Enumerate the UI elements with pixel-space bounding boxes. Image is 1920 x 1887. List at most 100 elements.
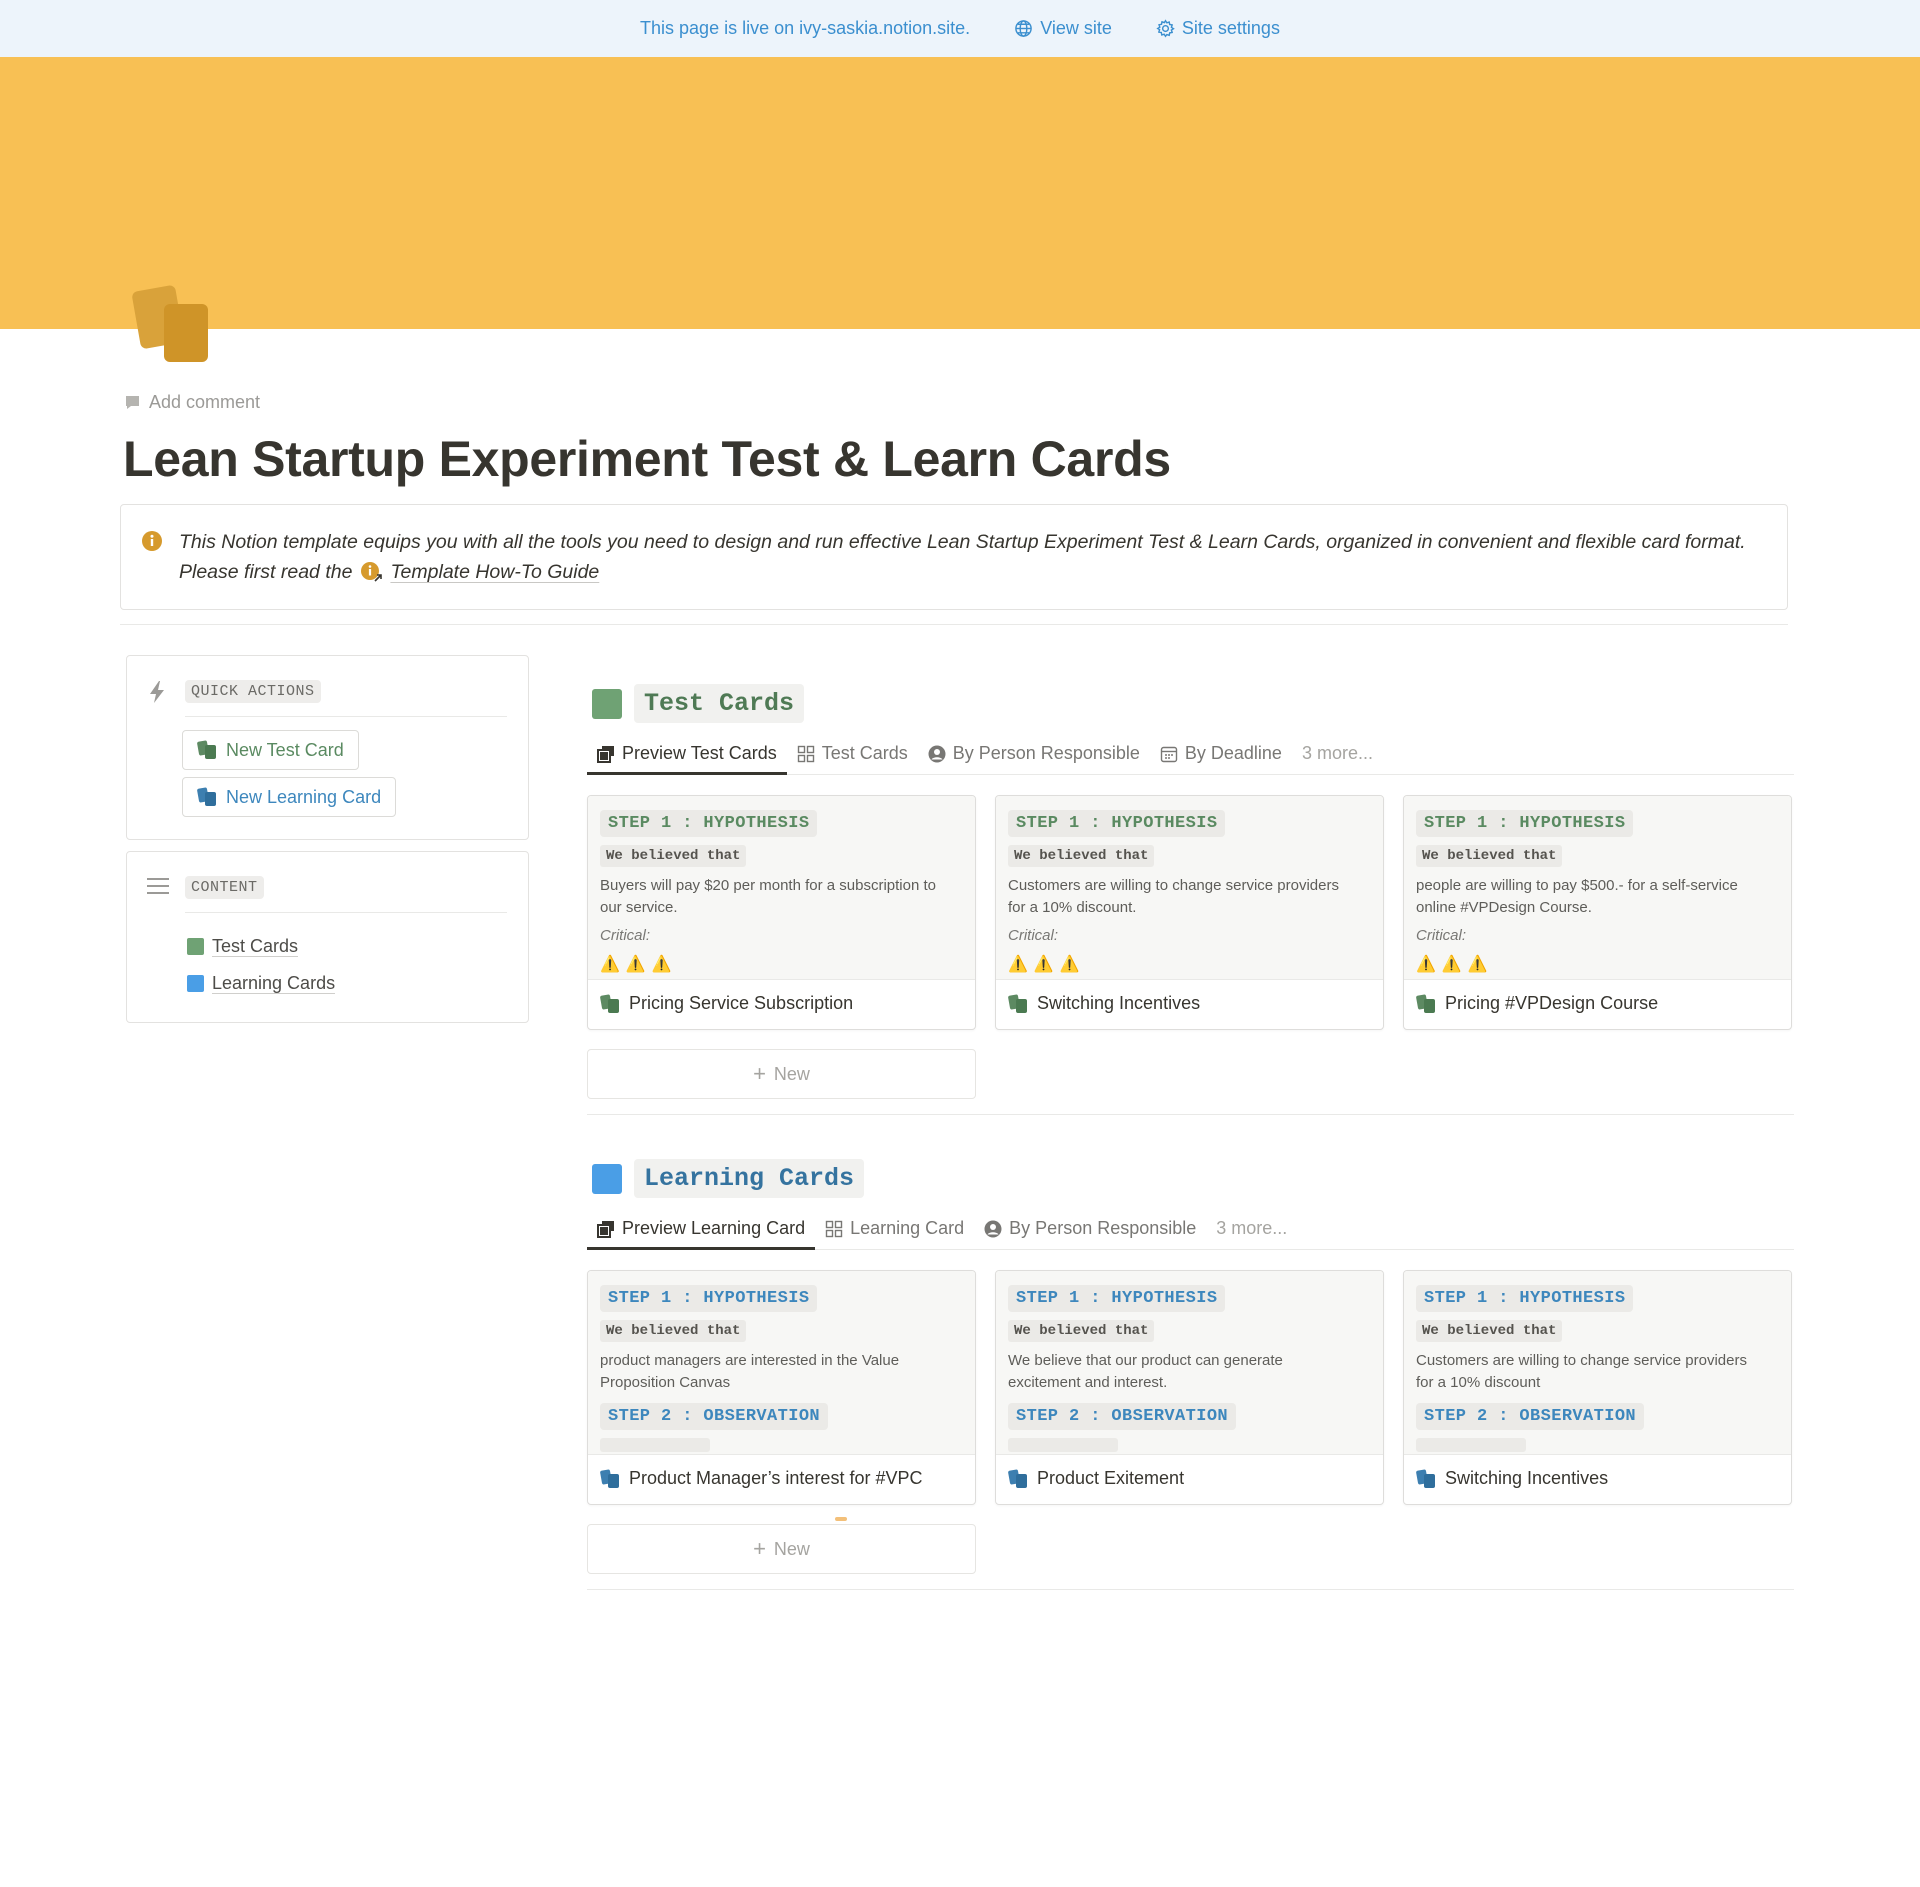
warning-icon: ⚠️ bbox=[1008, 956, 1028, 973]
quick-actions-panel: QUICK ACTIONS New Test Card New Learning… bbox=[126, 655, 529, 840]
hypothesis-text: Buyers will pay $20 per month for a subs… bbox=[600, 877, 936, 916]
callout-text-line2: Please first read the Template How-To Gu… bbox=[179, 557, 1763, 587]
view-site-link[interactable]: View site bbox=[1014, 18, 1112, 39]
content-underline bbox=[185, 912, 507, 913]
tab-label: Preview Test Cards bbox=[622, 743, 777, 763]
blue-square-icon bbox=[187, 975, 204, 992]
hypothesis-text: We believe that our product can generate… bbox=[1008, 1352, 1283, 1391]
learning-card[interactable]: STEP 1 : HYPOTHESIS We believed that pro… bbox=[587, 1270, 976, 1505]
gallery-icon bbox=[825, 1220, 843, 1237]
believed-label: We believed that bbox=[600, 845, 747, 867]
info-callout: This Notion template equips you with all… bbox=[120, 504, 1788, 610]
believed-label: We believed that bbox=[1416, 1320, 1563, 1342]
believed-label: We believed that bbox=[1008, 1320, 1155, 1342]
content-link-label: Learning Cards bbox=[212, 973, 336, 994]
test-card[interactable]: STEP 1 : HYPOTHESIS We believed that Cus… bbox=[995, 795, 1384, 1030]
card-preview: STEP 1 : HYPOTHESIS We believed that Cus… bbox=[1404, 1271, 1791, 1455]
hypothesis-text: people are willing to pay $500.- for a s… bbox=[1416, 877, 1738, 916]
believed-label: We believed that bbox=[600, 1320, 747, 1342]
learning-cards-heading[interactable]: Learning Cards bbox=[592, 1159, 865, 1198]
tab-by-person-responsible[interactable]: By Person Responsible bbox=[974, 1208, 1206, 1249]
content-heading: CONTENT bbox=[185, 876, 264, 899]
page-cover[interactable] bbox=[0, 57, 1920, 329]
test-cards-title: Test Cards bbox=[634, 684, 805, 723]
warning-icon: ⚠️ bbox=[1467, 956, 1488, 973]
tab-more-views[interactable]: 3 more... bbox=[1206, 1208, 1297, 1249]
tab-label: 3 more... bbox=[1216, 1218, 1288, 1238]
page-title[interactable]: Lean Startup Experiment Test & Learn Car… bbox=[123, 430, 1171, 488]
tab-label: Test Cards bbox=[821, 743, 908, 763]
blue-cards-icon bbox=[600, 1469, 619, 1488]
view-site-label: View site bbox=[1040, 18, 1112, 38]
tab-label: Preview Learning Card bbox=[622, 1218, 806, 1238]
card-title: Switching Incentives bbox=[1404, 1453, 1791, 1504]
tab-by-deadline[interactable]: By Deadline bbox=[1150, 733, 1292, 774]
critical-rating: ⚠️ ⚠️ ⚠️ bbox=[1008, 954, 1371, 974]
callout-prefix: Please first read the bbox=[179, 561, 353, 583]
plus-icon: + bbox=[753, 1536, 766, 1561]
card-title: Pricing Service Subscription bbox=[588, 978, 975, 1029]
card-preview: STEP 1 : HYPOTHESIS We believed that Buy… bbox=[588, 796, 975, 980]
site-live-bar: This page is live on ivy-saskia.notion.s… bbox=[0, 0, 1920, 57]
step2-label: STEP 2 : OBSERVATION bbox=[1416, 1403, 1645, 1430]
tab-preview-test-cards[interactable]: Preview Test Cards bbox=[587, 733, 787, 775]
warning-icon: ⚠️ bbox=[1416, 956, 1436, 973]
test-cards-view-tabs: Preview Test Cards Test Cards By Person … bbox=[587, 733, 1794, 775]
guide-link-label: Template How-To Guide bbox=[390, 561, 600, 583]
new-learning-card-row[interactable]: + New bbox=[587, 1524, 976, 1574]
content-link-learning-cards[interactable]: Learning Cards bbox=[187, 973, 336, 994]
card-preview: STEP 1 : HYPOTHESIS We believed that We … bbox=[996, 1271, 1383, 1455]
guide-link[interactable]: Template How-To Guide bbox=[360, 557, 599, 587]
add-comment-button[interactable]: Add comment bbox=[124, 392, 260, 413]
truncated-tag bbox=[1416, 1438, 1526, 1452]
cards-icon[interactable] bbox=[132, 284, 212, 364]
site-settings-link[interactable]: Site settings bbox=[1156, 18, 1280, 39]
tab-preview-learning-card[interactable]: Preview Learning Card bbox=[587, 1208, 816, 1250]
hypothesis-text: Customers are willing to change service … bbox=[1008, 877, 1339, 916]
learning-card[interactable]: STEP 1 : HYPOTHESIS We believed that We … bbox=[995, 1270, 1384, 1505]
content-link-test-cards[interactable]: Test Cards bbox=[187, 936, 299, 957]
green-square-icon bbox=[187, 938, 204, 955]
blue-cards-icon bbox=[1008, 1469, 1027, 1488]
tab-test-cards-gallery[interactable]: Test Cards bbox=[787, 733, 918, 774]
test-card[interactable]: STEP 1 : HYPOTHESIS We believed that Buy… bbox=[587, 795, 976, 1030]
tab-label: By Person Responsible bbox=[1009, 1218, 1197, 1238]
blue-cards-icon bbox=[197, 787, 216, 806]
preview-cards-icon bbox=[597, 1220, 614, 1238]
quick-actions-underline bbox=[185, 716, 507, 717]
section-divider bbox=[120, 624, 1788, 625]
test-cards-heading[interactable]: Test Cards bbox=[592, 684, 805, 723]
new-learning-card-button[interactable]: New Learning Card bbox=[182, 777, 397, 817]
critical-label: Critical: bbox=[1416, 927, 1467, 944]
add-comment-label: Add comment bbox=[149, 392, 261, 412]
card-title: Product Manager’s interest for #VPC bbox=[588, 1453, 975, 1504]
step2-label: STEP 2 : OBSERVATION bbox=[1008, 1403, 1237, 1430]
new-test-card-button[interactable]: New Test Card bbox=[182, 730, 359, 770]
test-card[interactable]: STEP 1 : HYPOTHESIS We believed that peo… bbox=[1403, 795, 1792, 1030]
content-panel: CONTENT Test Cards Learning Cards bbox=[126, 851, 529, 1023]
tab-learning-card-gallery[interactable]: Learning Card bbox=[815, 1208, 974, 1249]
info-link-icon bbox=[361, 562, 383, 582]
new-label: New bbox=[773, 1538, 810, 1559]
hypothesis-text: Customers are willing to change service … bbox=[1416, 1352, 1747, 1391]
card-title: Switching Incentives bbox=[996, 978, 1383, 1029]
learning-card[interactable]: STEP 1 : HYPOTHESIS We believed that Cus… bbox=[1403, 1270, 1792, 1505]
card-name: Product Manager’s interest for #VPC bbox=[629, 1468, 923, 1488]
comment-icon bbox=[126, 396, 139, 409]
tab-label: Learning Card bbox=[850, 1218, 965, 1238]
blue-square-icon bbox=[592, 1163, 622, 1194]
critical-label: Critical: bbox=[1008, 927, 1059, 944]
believed-label: We believed that bbox=[1416, 845, 1563, 867]
globe-icon bbox=[1015, 20, 1032, 37]
tab-more-views[interactable]: 3 more... bbox=[1292, 733, 1383, 774]
step-label: STEP 1 : HYPOTHESIS bbox=[600, 1285, 818, 1312]
critical-rating: ⚠️ ⚠️ ⚠️ bbox=[1416, 954, 1779, 974]
new-test-card-row[interactable]: + New bbox=[587, 1049, 976, 1099]
warning-icon: ⚠️ bbox=[1441, 956, 1462, 973]
step-label: STEP 1 : HYPOTHESIS bbox=[600, 810, 818, 837]
tab-label: By Deadline bbox=[1184, 743, 1282, 763]
believed-label: We believed that bbox=[1008, 845, 1155, 867]
learning-cards-view-tabs: Preview Learning Card Learning Card By P… bbox=[587, 1208, 1794, 1250]
menu-icon bbox=[147, 878, 169, 894]
tab-by-person-responsible[interactable]: By Person Responsible bbox=[918, 733, 1150, 774]
